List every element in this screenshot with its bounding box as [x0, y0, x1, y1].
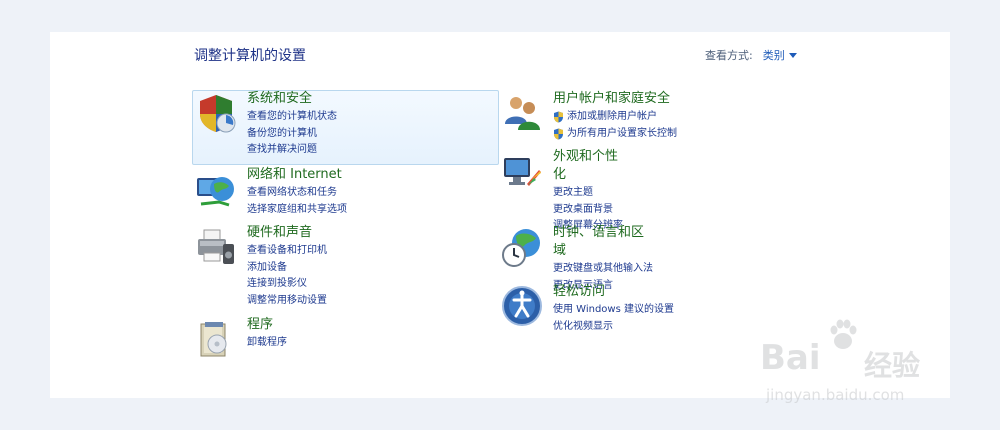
link-change-input-methods[interactable]: 更改键盘或其他输入法	[553, 261, 653, 278]
uac-shield-icon	[554, 128, 563, 140]
view-by-label: 查看方式:	[705, 49, 753, 62]
link-connect-projector[interactable]: 连接到投影仪	[247, 276, 327, 293]
category-heading[interactable]: 网络和 Internet	[247, 166, 347, 184]
page-title: 调整计算机的设置	[194, 48, 306, 64]
link-change-theme[interactable]: 更改主题	[553, 185, 623, 202]
category-heading[interactable]: 外观和个性化	[553, 148, 623, 184]
link-text: 添加或删除用户帐户	[567, 111, 657, 122]
view-mode-value: 类别	[762, 49, 785, 62]
chevron-down-icon	[788, 52, 797, 58]
link-uninstall-program[interactable]: 卸载程序	[247, 335, 287, 352]
view-mode-dropdown[interactable]: 类别	[763, 47, 797, 63]
link-view-computer-status[interactable]: 查看您的计算机状态	[247, 109, 337, 126]
link-add-device[interactable]: 添加设备	[247, 260, 327, 277]
uac-shield-icon	[554, 111, 563, 123]
link-recommended-settings[interactable]: 使用 Windows 建议的设置	[553, 302, 674, 319]
link-parental-controls[interactable]: 为所有用户设置家长控制	[553, 126, 677, 143]
ease-of-access-icon	[502, 286, 542, 326]
link-mobility-settings[interactable]: 调整常用移动设置	[247, 293, 327, 310]
category-heading[interactable]: 程序	[247, 316, 287, 334]
security-shield-icon	[200, 95, 236, 133]
link-homegroup-sharing[interactable]: 选择家庭组和共享选项	[247, 202, 347, 219]
control-panel-content	[50, 32, 950, 398]
link-optimize-visual-display[interactable]: 优化视频显示	[553, 319, 674, 336]
link-view-network-status[interactable]: 查看网络状态和任务	[247, 185, 347, 202]
category-heading[interactable]: 硬件和声音	[247, 224, 327, 242]
link-add-remove-accounts[interactable]: 添加或删除用户帐户	[553, 109, 677, 126]
programs-box-icon	[200, 322, 227, 357]
view-selector: 查看方式: 类别	[705, 47, 797, 63]
link-devices-printers[interactable]: 查看设备和打印机	[247, 243, 327, 260]
link-text: 为所有用户设置家长控制	[567, 127, 677, 139]
printer-icon	[198, 229, 234, 264]
network-globe-icon	[197, 177, 234, 207]
category-heading[interactable]: 时钟、语言和区域	[553, 224, 653, 260]
category-heading[interactable]: 轻松访问	[553, 283, 674, 301]
personalization-monitor-icon	[504, 158, 541, 186]
users-icon	[505, 97, 540, 130]
link-troubleshoot[interactable]: 查找并解决问题	[247, 142, 337, 159]
hover-highlight	[192, 90, 499, 165]
link-backup-computer[interactable]: 备份您的计算机	[247, 126, 337, 143]
category-heading[interactable]: 系统和安全	[247, 90, 337, 108]
link-change-background[interactable]: 更改桌面背景	[553, 202, 623, 219]
category-heading[interactable]: 用户帐户和家庭安全	[553, 90, 677, 108]
clock-globe-icon	[502, 229, 540, 267]
